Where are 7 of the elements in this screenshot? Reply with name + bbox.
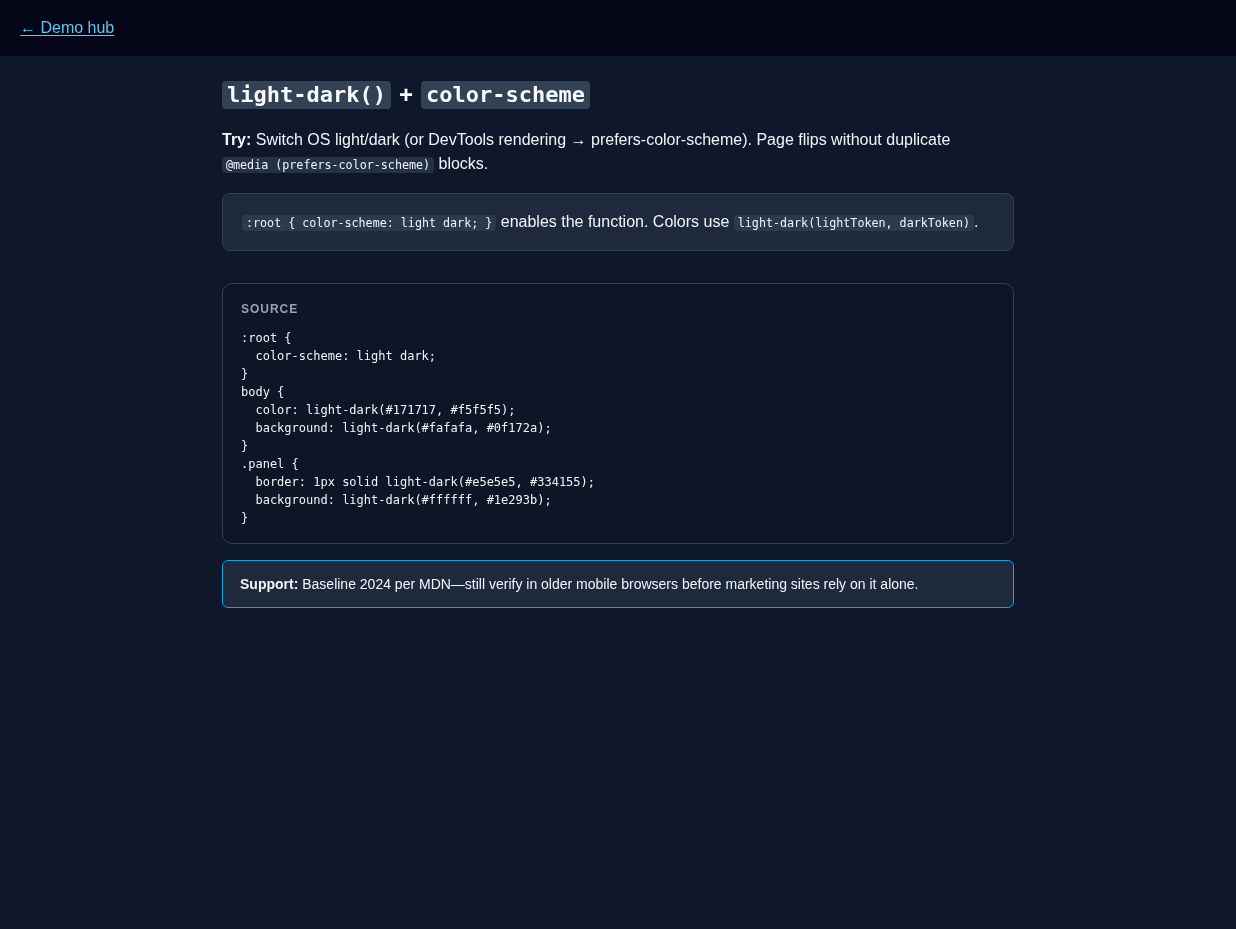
support-text: Support: Baseline 2024 per MDN—still verify in older mobile browsers before marketing sites rely on it alone. [240, 575, 920, 594]
page-title: light-dark() + color-scheme [222, 80, 590, 110]
back-link[interactable]: ← Demo hub [20, 19, 115, 37]
info-text: :root { color-scheme: light dark; } enables the function. Colors use light-dark(lightToken, darkToken) . [242, 210, 994, 234]
section-label: SOURCE [241, 302, 300, 316]
intro-text: Try: Switch OS light/dark (or DevTools rendering → prefers-color-scheme). Page flips without duplicate @media (prefers-color-scheme) blocks. [222, 130, 952, 175]
code-text: :root { color-scheme: light dark; } body { color: light-dark(#171717, #f5f5f5); background: light-dark(#fafafa, #0f172a); } .panel { border: 1px solid light-dark(#e5e5e5, #334155); background: light-dark(#ffffff, #1e293b); } [241, 330, 596, 527]
